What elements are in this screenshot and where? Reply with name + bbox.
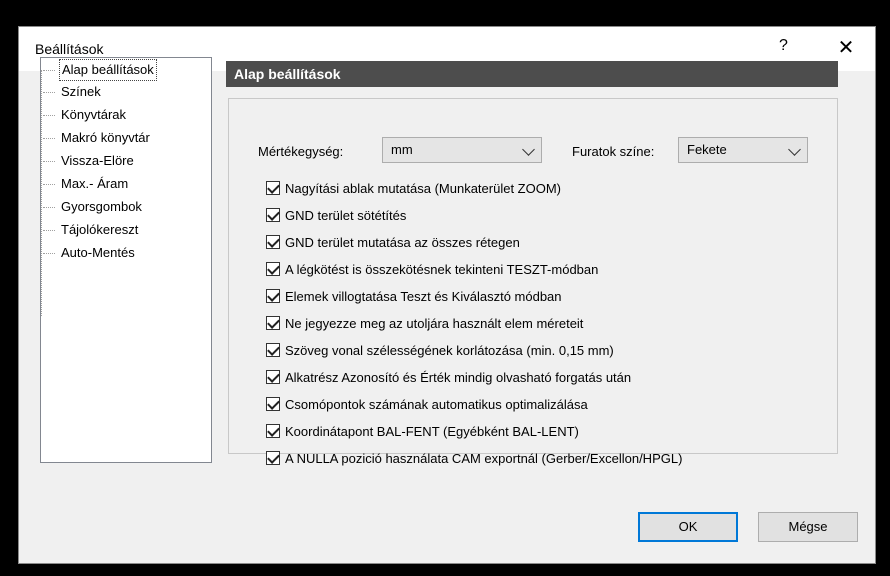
checkbox[interactable]: [266, 316, 280, 330]
tree-item-label: Alap beállítások: [59, 59, 157, 81]
tree-item-label: Auto-Mentés: [61, 245, 135, 260]
option-label: Elemek villogtatása Teszt és Kiválasztó …: [285, 289, 562, 304]
checkbox[interactable]: [266, 370, 280, 384]
checkmark-icon: [267, 235, 280, 248]
checkbox[interactable]: [266, 451, 280, 465]
tree-item-label: Vissza-Elöre: [61, 153, 134, 168]
checkmark-icon: [267, 397, 280, 410]
checkbox[interactable]: [266, 208, 280, 222]
checkbox[interactable]: [266, 181, 280, 195]
checkbox[interactable]: [266, 289, 280, 303]
holes-color-select-value: Fekete: [687, 142, 727, 157]
checkmark-icon: [267, 262, 280, 275]
holes-color-select[interactable]: Fekete: [678, 137, 808, 163]
checkmark-icon: [267, 370, 280, 383]
checkbox[interactable]: [266, 397, 280, 411]
tree-item-label: Színek: [61, 84, 101, 99]
checkmark-icon: [267, 289, 280, 302]
checkmark-icon: [267, 343, 280, 356]
units-label: Mértékegység:: [258, 144, 344, 159]
option-label: Szöveg vonal szélességének korlátozása (…: [285, 343, 614, 358]
option-label: Nagyítási ablak mutatása (Munkaterület Z…: [285, 181, 561, 196]
chevron-down-icon: [522, 143, 535, 156]
checkbox[interactable]: [266, 235, 280, 249]
checkmark-icon: [267, 451, 280, 464]
checkbox[interactable]: [266, 343, 280, 357]
checkmark-icon: [267, 208, 280, 221]
chevron-down-icon: [788, 143, 801, 156]
tree-item-label: Makró könyvtár: [61, 130, 150, 145]
option-label: Alkatrész Azonosító és Érték mindig olva…: [285, 370, 632, 385]
tree-item-label: Max.- Áram: [61, 176, 129, 191]
checkbox[interactable]: [266, 424, 280, 438]
tree-item-label: Tájolókereszt: [61, 222, 139, 237]
checkmark-icon: [267, 316, 280, 329]
option-label: GND terület sötétítés: [285, 208, 407, 223]
window-title: Beállítások: [35, 41, 104, 57]
option-label: Koordinátapont BAL-FENT (Egyébként BAL-L…: [285, 424, 579, 439]
checkmark-icon: [267, 424, 280, 437]
ok-button[interactable]: OK: [638, 512, 738, 542]
option-label: A NULLA pozició használata CAM exportnál…: [285, 451, 683, 466]
checkbox[interactable]: [266, 262, 280, 276]
tree-item-label: Gyorsgombok: [61, 199, 142, 214]
checkmark-icon: [267, 181, 280, 194]
units-select-value: mm: [391, 142, 413, 157]
close-icon[interactable]: ✕: [838, 37, 855, 59]
section-header: Alap beállítások: [226, 61, 838, 87]
tree-item-label: Könyvtárak: [61, 107, 127, 122]
tree-connector-line: [41, 70, 42, 316]
option-label: Csomópontok számának automatikus optimal…: [285, 397, 588, 412]
cancel-button[interactable]: Mégse: [758, 512, 858, 542]
help-button[interactable]: ?: [779, 37, 788, 55]
option-label: A légkötést is összekötésnek tekinteni T…: [285, 262, 599, 277]
close-button[interactable]: ✕: [829, 33, 863, 63]
option-label: GND terület mutatása az összes rétegen: [285, 235, 520, 250]
units-select[interactable]: mm: [382, 137, 542, 163]
holes-color-label: Furatok színe:: [572, 144, 655, 159]
option-label: Ne jegyezze meg az utoljára használt ele…: [285, 316, 584, 331]
